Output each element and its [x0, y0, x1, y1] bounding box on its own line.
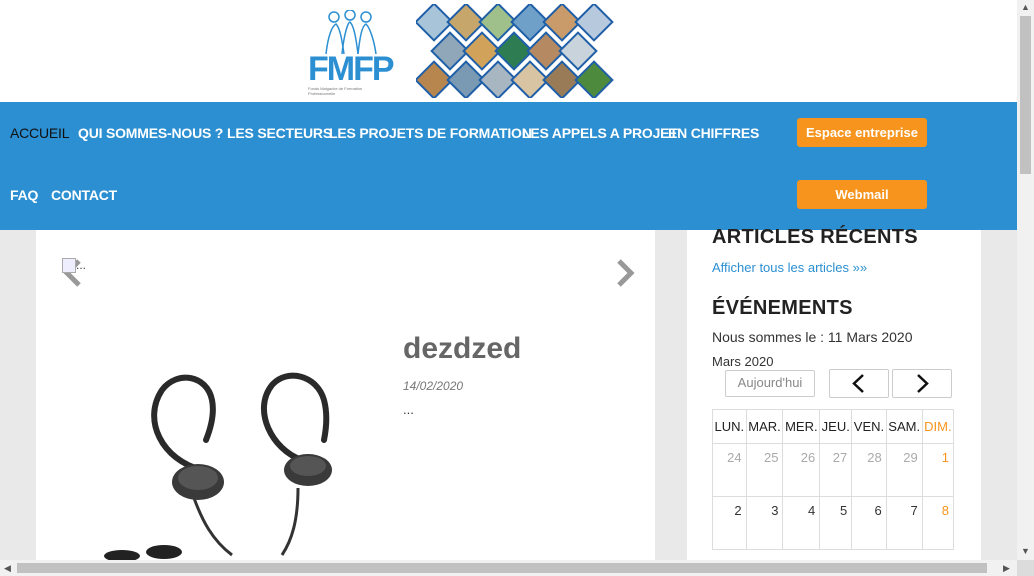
- calendar-week-row: 2 3 4 5 6 7 8: [712, 496, 955, 550]
- nav-item-les-secteurs[interactable]: LES SECTEURS: [227, 125, 332, 141]
- calendar-day[interactable]: 26: [782, 443, 821, 497]
- weekday-header: VEN.: [851, 409, 887, 444]
- photo-mosaic-image: [416, 4, 614, 98]
- today-button[interactable]: Aujourd'hui: [725, 370, 815, 397]
- calendar-day[interactable]: 7: [885, 496, 923, 550]
- calendar-day[interactable]: 25: [745, 443, 784, 497]
- scroll-up-arrow-icon[interactable]: ▲: [1021, 2, 1030, 12]
- site-header: FMFP Fonds Malgache de Formation Profess…: [0, 0, 1017, 102]
- weekday-header: SAM.: [885, 409, 923, 444]
- calendar-day[interactable]: 6: [851, 496, 887, 550]
- scroll-left-arrow-icon[interactable]: ◀: [4, 563, 11, 574]
- nav-item-faq[interactable]: FAQ: [10, 187, 38, 203]
- calendar-day[interactable]: 28: [851, 443, 887, 497]
- sidebar: ARTICLES RÉCENTS Afficher tous les artic…: [687, 226, 981, 560]
- scroll-down-arrow-icon[interactable]: ▼: [1021, 546, 1030, 556]
- calendar-weekday-row: LUN. MAR. MER. JEU. VEN. SAM. DIM.: [712, 409, 955, 444]
- scroll-right-arrow-icon[interactable]: ▶: [1003, 563, 1010, 574]
- chevron-right-icon: [917, 374, 929, 393]
- slider-next-arrow-icon[interactable]: [614, 258, 636, 288]
- next-month-button[interactable]: [892, 369, 952, 398]
- nav-item-qui-sommes-nous[interactable]: QUI SOMMES-NOUS ?: [78, 125, 223, 141]
- chevron-left-icon: [852, 374, 864, 393]
- weekday-header: JEU.: [819, 409, 853, 444]
- espace-entreprise-button[interactable]: Espace entreprise: [797, 118, 927, 147]
- nav-item-appels-a-projet[interactable]: LES APPELS A PROJET: [522, 125, 678, 141]
- events-calendar: LUN. MAR. MER. JEU. VEN. SAM. DIM. 24 25…: [712, 409, 955, 550]
- calendar-week-row: 24 25 26 27 28 29 1: [712, 443, 955, 497]
- calendar-day[interactable]: 2: [712, 496, 747, 550]
- calendar-day[interactable]: 29: [885, 443, 923, 497]
- nav-item-contact[interactable]: CONTACT: [51, 187, 117, 203]
- weekday-header: MAR.: [745, 409, 784, 444]
- today-date-text: Nous sommes le : 11 Mars 2020: [712, 329, 913, 345]
- broken-image: ...: [62, 258, 87, 274]
- all-articles-link[interactable]: Afficher tous les articles »»: [712, 260, 867, 275]
- calendar-day[interactable]: 5: [819, 496, 853, 550]
- nav-item-projets-de-formation[interactable]: LES PROJETS DE FORMATION: [329, 125, 532, 141]
- prev-month-button[interactable]: [829, 369, 889, 398]
- webmail-button[interactable]: Webmail: [797, 180, 927, 209]
- main-navigation: ACCUEIL QUI SOMMES-NOUS ? LES SECTEURS L…: [0, 102, 1017, 230]
- weekday-header: LUN.: [712, 409, 747, 444]
- logo-subtitle: Fonds Malgache de Formation Professionne…: [308, 86, 363, 96]
- article-title[interactable]: dezdzed: [403, 332, 521, 366]
- recent-articles-heading: ARTICLES RÉCENTS: [712, 226, 918, 248]
- calendar-day[interactable]: 8: [921, 496, 955, 550]
- calendar-day[interactable]: 3: [745, 496, 784, 550]
- weekday-header: DIM.: [921, 409, 955, 444]
- events-heading: ÉVÉNEMENTS: [712, 297, 853, 319]
- calendar-day[interactable]: 1: [921, 443, 955, 497]
- scrollbar-corner: [1017, 560, 1034, 576]
- calendar-day[interactable]: 27: [819, 443, 853, 497]
- broken-image-icon: [62, 258, 76, 274]
- article-excerpt: ...: [403, 402, 414, 417]
- calendar-month: Mars 2020: [712, 354, 774, 369]
- nav-item-accueil[interactable]: ACCUEIL: [10, 125, 69, 141]
- horizontal-scrollbar-thumb[interactable]: [17, 563, 987, 573]
- weekday-header: MER.: [782, 409, 821, 444]
- article-date: 14/02/2020: [403, 379, 464, 393]
- vertical-scrollbar-thumb[interactable]: [1020, 16, 1031, 174]
- nav-item-en-chiffres[interactable]: EN CHIFFRES: [668, 125, 759, 141]
- logo-text: FMFP: [308, 50, 395, 88]
- fmfp-logo[interactable]: FMFP Fonds Malgache de Formation Profess…: [306, 10, 395, 96]
- article-slider: ... dezdzed 14/02/2020 ...: [36, 230, 655, 560]
- calendar-day[interactable]: 4: [782, 496, 821, 550]
- calendar-day[interactable]: 24: [712, 443, 747, 497]
- headset-image: [104, 372, 332, 560]
- broken-image-alt: ...: [76, 258, 87, 272]
